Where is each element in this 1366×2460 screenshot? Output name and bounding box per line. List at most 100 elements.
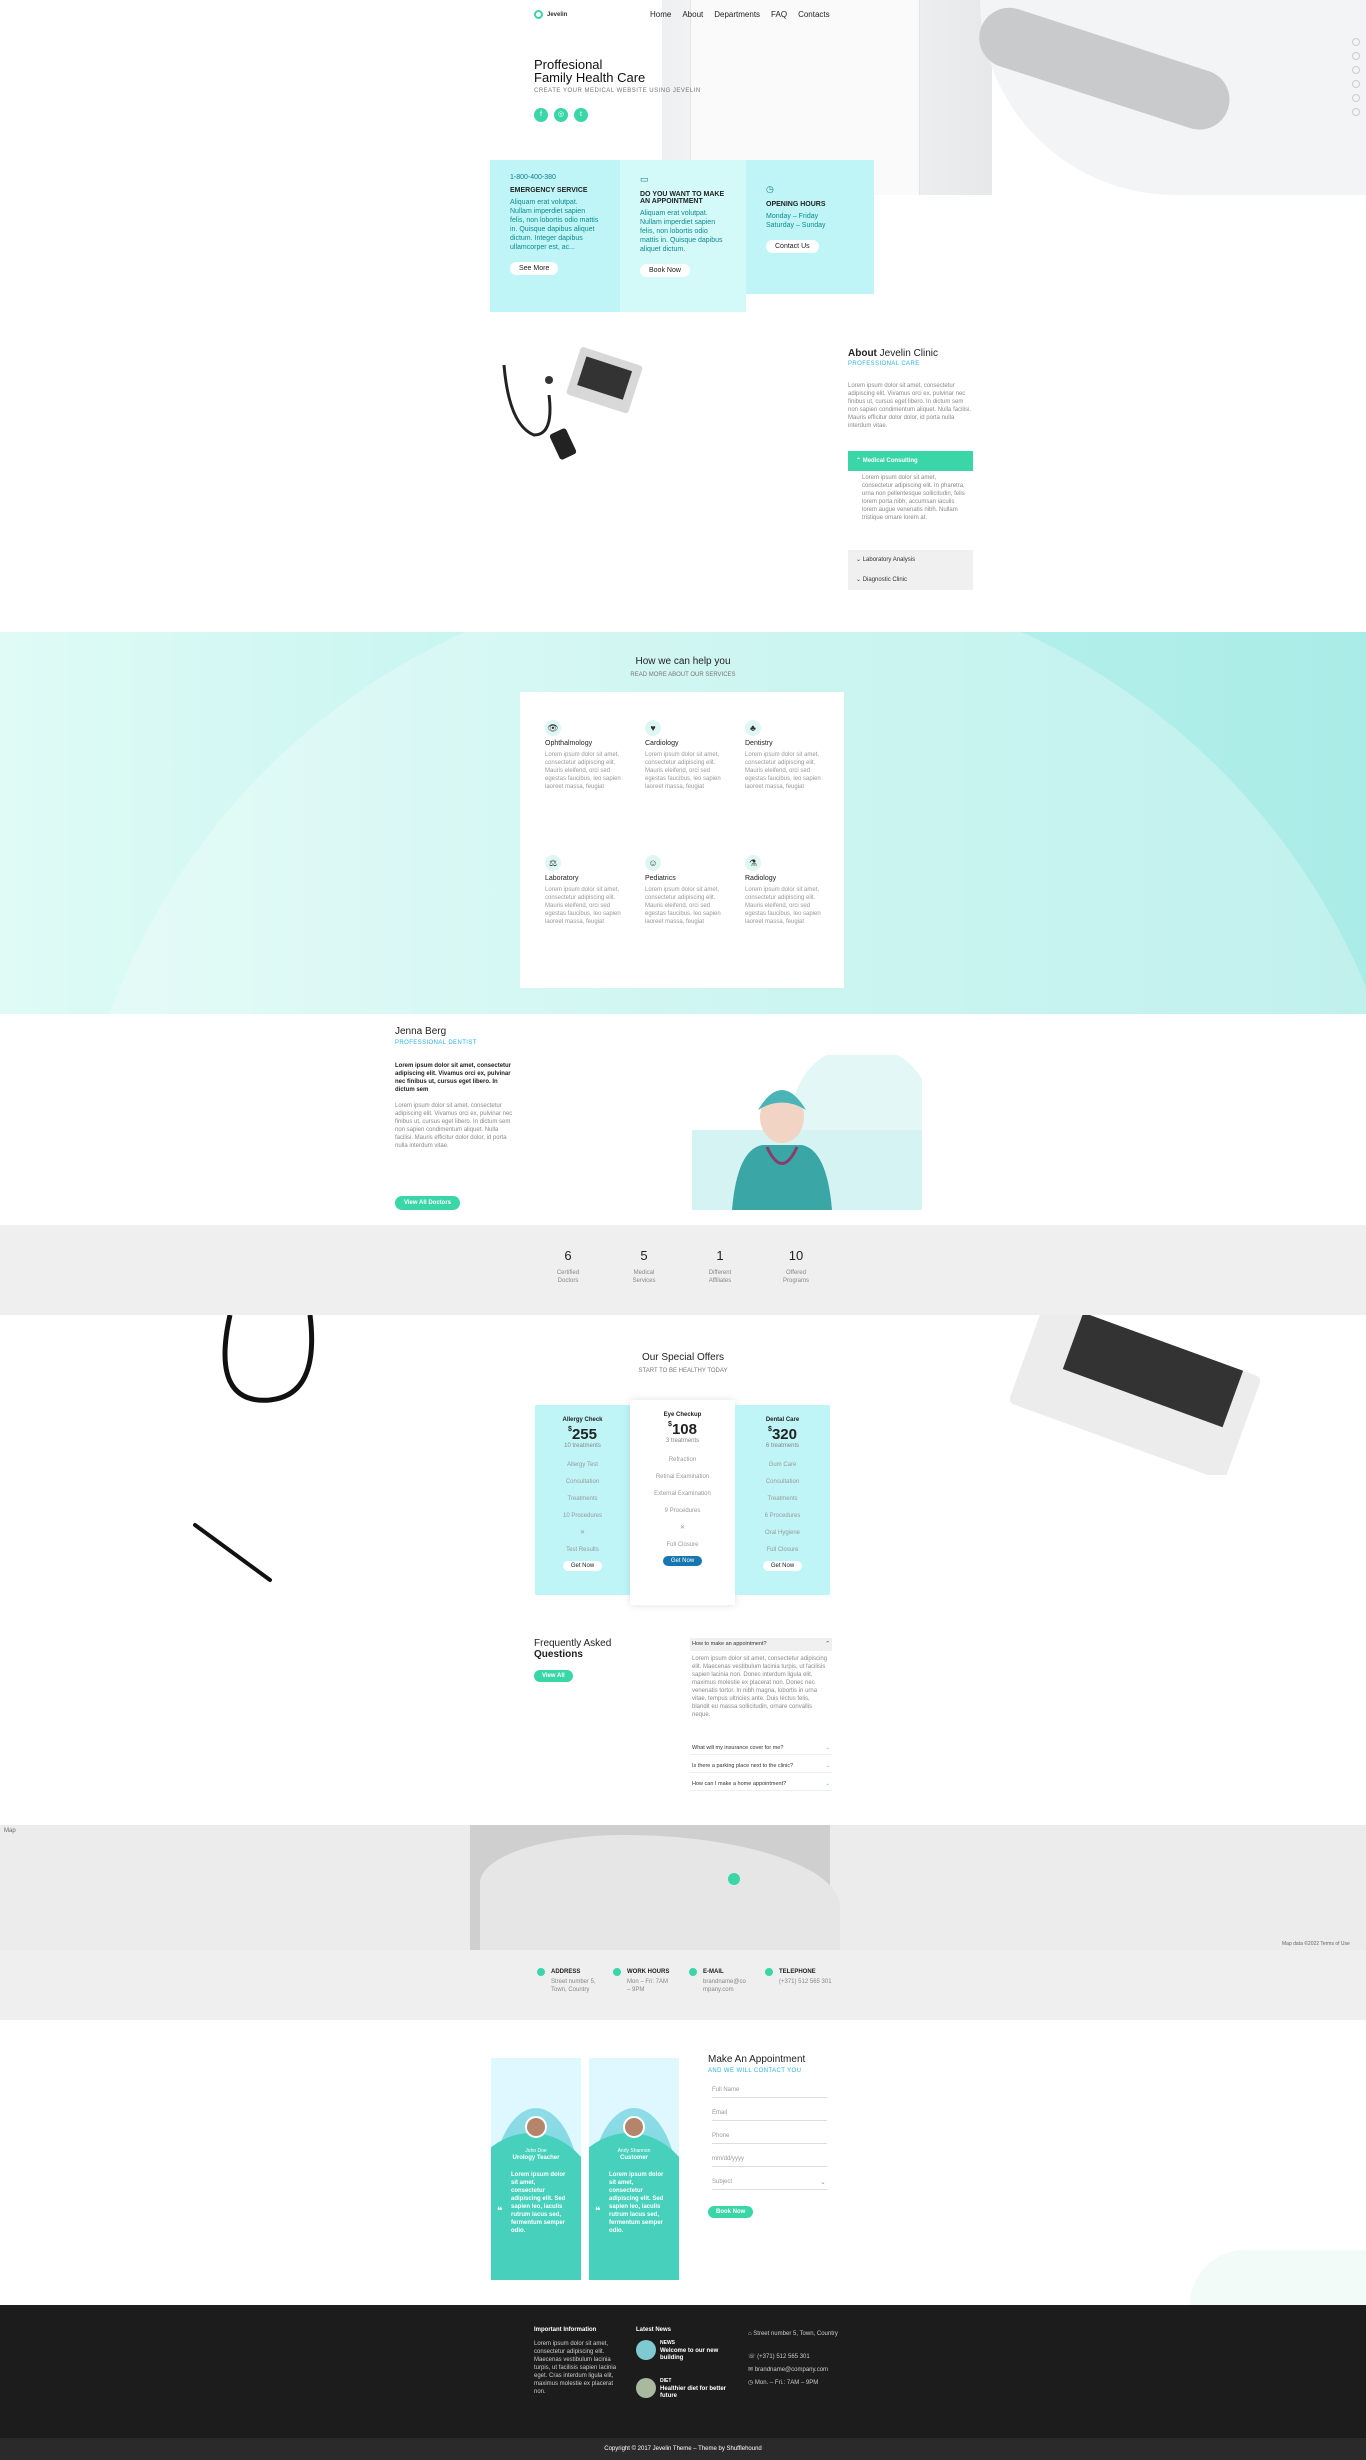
footer-address: ⌂ Street number 5, Town, Country [748, 2330, 838, 2338]
faq-question-insurance[interactable]: What will my insurance cover for me? ⌄ [690, 1742, 832, 1755]
stat-label: Certified Doctors [538, 1269, 598, 1285]
stat-value: 6 [564, 1248, 572, 1263]
nav-about[interactable]: About [682, 10, 703, 19]
accordion-medical-consulting[interactable]: ⌃ Medical Consulting [848, 451, 973, 471]
contact-title: WORK HOURS [627, 1969, 670, 1975]
see-more-button[interactable]: See More [510, 262, 559, 275]
instagram-icon[interactable]: ◎ [554, 108, 568, 122]
footer-email-text: brandname@company.com [754, 2367, 829, 2373]
plan-price-value: 320 [771, 1426, 797, 1443]
cart-icon[interactable] [1352, 52, 1360, 60]
stethoscope-decoration [222, 1315, 315, 1403]
footer-phone-text: (+371) 512 565 301 [757, 2354, 810, 2360]
footer-email[interactable]: ✉ brandname@company.com [748, 2366, 828, 2374]
stat-label-2: Programs [782, 1278, 809, 1284]
plan-feature: Consultation [565, 1479, 600, 1485]
faq-question-text: How can I make a home appointment? [692, 1781, 787, 1787]
contact-line2: Town, Country [551, 1987, 590, 1993]
book-now-button[interactable]: Book Now [708, 2206, 754, 2218]
stat-label-1: Medical [633, 1270, 655, 1276]
contact-us-button[interactable]: Contact Us [766, 240, 819, 253]
hours-title: OPENING HOURS [766, 201, 826, 208]
info-icon[interactable] [1352, 108, 1360, 116]
doctor-text: Lorem ipsum dolor sit amet, consectetur … [395, 1103, 513, 1149]
stat-label-1: Certified [556, 1270, 580, 1276]
about-title: About Jevelin Clinic [848, 348, 938, 359]
accordion-laboratory-analysis[interactable]: ⌄ Laboratory Analysis [848, 550, 973, 570]
view-all-doctors-button[interactable]: View All Doctors [395, 1196, 461, 1210]
clock-icon: ◷ [748, 2380, 755, 2386]
plan-feature: 9 Procedures [664, 1508, 701, 1514]
logo-text: Jevelin [547, 11, 568, 18]
testimonial-role: Customer [619, 2155, 648, 2161]
service-radiology[interactable]: ⚗ Radiology Lorem ipsum dolor sit amet, … [745, 855, 825, 926]
plan-name: Eye Checkup [663, 1412, 702, 1418]
news-thumbnail[interactable] [636, 2340, 656, 2360]
nav-departments[interactable]: Departments [714, 10, 760, 19]
footer-address-text: Street number 5, Town, Country [753, 2331, 838, 2337]
hero-title-line2: Family Health Care [534, 70, 646, 85]
footer-news-title: Latest News [636, 2327, 672, 2333]
nav-home[interactable]: Home [650, 10, 671, 19]
eye-icon: 👁 [545, 720, 561, 736]
footer-decoration [1190, 2250, 1366, 2305]
plan-price-value: 255 [571, 1426, 597, 1443]
faq-question-home-appointment[interactable]: How can I make a home appointment? ⌄ [690, 1778, 832, 1791]
search-icon[interactable] [1352, 38, 1360, 46]
service-text: Lorem ipsum dolor sit amet, consectetur … [745, 752, 821, 790]
plan-name: Allergy Check [562, 1417, 603, 1423]
main-nav: Home About Departments FAQ Contacts [650, 10, 830, 19]
faq-title-line2: Questions [534, 1649, 583, 1660]
subject-select[interactable]: Subject [712, 2176, 827, 2190]
nav-faq[interactable]: FAQ [771, 10, 787, 19]
email-field[interactable]: Email [712, 2107, 827, 2121]
faq-question-text: What will my insurance cover for me? [692, 1745, 784, 1751]
plan-allergy-check: Allergy Check $255 10 treatments Allergy… [535, 1405, 630, 1595]
offers-subtitle: START TO BE HEALTHY TODAY [638, 1368, 728, 1374]
full-name-field[interactable]: Full Name [712, 2084, 827, 2098]
share-icon[interactable] [1352, 94, 1360, 102]
service-cardiology[interactable]: ♥ Cardiology Lorem ipsum dolor sit amet,… [645, 720, 725, 791]
faq-question-text: Is there a parking place next to the cli… [692, 1763, 794, 1769]
faq-question-text: How to make an appointment? [692, 1641, 767, 1647]
plan-feature: Treatments [567, 1496, 598, 1502]
service-laboratory[interactable]: ⚖ Laboratory Lorem ipsum dolor sit amet,… [545, 855, 625, 926]
contact-address: ADDRESS Street number 5, Town, Country [537, 1968, 596, 1994]
date-field[interactable]: mm/dd/yyyy [712, 2153, 827, 2167]
plan-feature: External Examination [654, 1491, 711, 1497]
service-text: Lorem ipsum dolor sit amet, consectetur … [545, 752, 621, 790]
view-all-faq-button[interactable]: View All [534, 1670, 573, 1682]
map[interactable]: Map Map data ©2022 Terms of Use [0, 1825, 1366, 1950]
get-now-button[interactable]: Get Now [762, 1561, 803, 1571]
user-icon[interactable] [1352, 66, 1360, 74]
get-now-button[interactable]: Get Now [662, 1556, 703, 1566]
map-marker-icon[interactable] [728, 1873, 740, 1885]
hours-line1: Monday – Friday [766, 213, 819, 220]
stat-certified-doctors: 6 Certified Doctors [538, 1248, 598, 1285]
avatar [525, 2116, 547, 2138]
service-ophthalmology[interactable]: 👁 Ophthalmology Lorem ipsum dolor sit am… [545, 720, 625, 791]
news-title[interactable]: Welcome to our new building [660, 2348, 722, 2362]
faq-question-appointment[interactable]: How to make an appointment? ⌃ [690, 1638, 832, 1651]
logo[interactable]: Jevelin [534, 10, 567, 19]
testimonial-quote: Lorem ipsum dolor sit amet, consectetur … [511, 2172, 566, 2234]
map-type-label[interactable]: Map [4, 1828, 16, 1834]
get-now-button[interactable]: Get Now [562, 1561, 603, 1571]
service-dentistry[interactable]: ♣ Dentistry Lorem ipsum dolor sit amet, … [745, 720, 825, 791]
phone-field[interactable]: Phone [712, 2130, 827, 2144]
contact-telephone: TELEPHONE (+371) 512 565 301 [765, 1968, 832, 1986]
book-now-card-button[interactable]: Book Now [640, 264, 690, 277]
accordion-diagnostic-clinic[interactable]: ⌄ Diagnostic Clinic [848, 570, 973, 590]
service-pediatrics[interactable]: ☺ Pediatrics Lorem ipsum dolor sit amet,… [645, 855, 725, 926]
facebook-icon[interactable]: f [534, 108, 548, 122]
gear-icon[interactable] [1352, 80, 1360, 88]
twitter-icon[interactable]: t [574, 108, 588, 122]
nav-contacts[interactable]: Contacts [798, 10, 830, 19]
news-thumbnail[interactable] [636, 2378, 656, 2398]
emergency-card: 1-800-400-380 EMERGENCY SERVICE Aliquam … [490, 160, 620, 312]
faq-question-parking[interactable]: Is there a parking place next to the cli… [690, 1760, 832, 1773]
tooth-icon: ♣ [745, 720, 761, 736]
plan-feature: 6 Procedures [764, 1513, 801, 1519]
news-title[interactable]: Healthier diet for better future [660, 2386, 726, 2400]
plan-treatments: 10 treatments [564, 1443, 601, 1449]
